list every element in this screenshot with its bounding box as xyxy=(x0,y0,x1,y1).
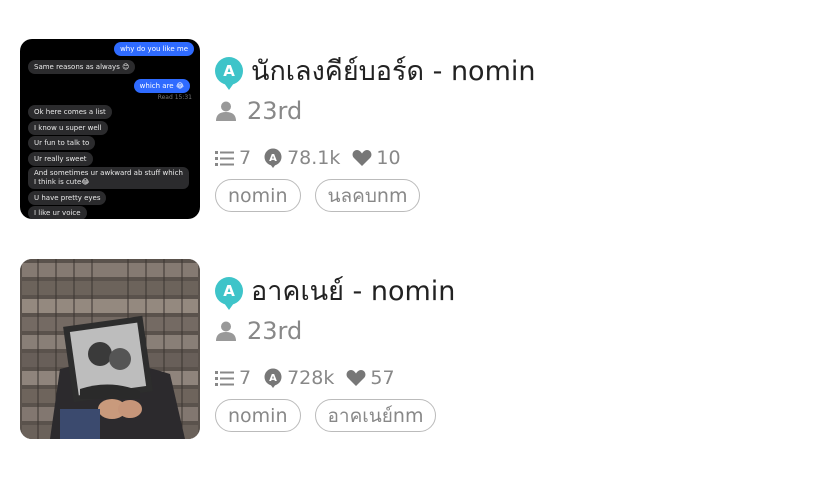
chat-bubble-in: Same reasons as always 😊 xyxy=(28,60,136,74)
list-icon xyxy=(215,151,234,166)
tag-chip[interactable]: nomin xyxy=(215,179,301,212)
parts-count: 7 xyxy=(239,147,252,169)
votes-stat: 57 xyxy=(346,367,395,389)
author-row[interactable]: 23rd xyxy=(215,97,302,125)
story-card[interactable]: why do you like me Same reasons as alway… xyxy=(20,39,800,219)
votes-count: 10 xyxy=(376,147,401,169)
parts-stat: 7 xyxy=(215,147,251,169)
story-title[interactable]: นักเลงคีย์บอร์ด - nomin xyxy=(251,49,536,92)
story-title[interactable]: อาคเนย์ - nomin xyxy=(251,269,455,312)
chat-bubble-in: U have pretty eyes xyxy=(28,191,107,205)
story-cover[interactable]: why do you like me Same reasons as alway… xyxy=(20,39,200,219)
stats-row: 7 A 78.1k 10 xyxy=(215,147,413,169)
chat-line: And sometimes ur awkward ab stuff which xyxy=(34,169,183,177)
story-card[interactable]: A อาคเนย์ - nomin 23rd 7 A 728k 57 nomin… xyxy=(20,259,800,439)
chat-bubble-in: Ur really sweet xyxy=(28,152,93,166)
chat-bubble-out: why do you like me xyxy=(114,42,194,56)
heart-icon xyxy=(346,370,366,386)
reads-stat: A 728k xyxy=(263,367,334,389)
stats-row: 7 A 728k 57 xyxy=(215,367,407,389)
votes-count: 57 xyxy=(370,367,395,389)
app-badge-icon: A xyxy=(215,276,243,310)
app-badge-icon: A xyxy=(215,56,243,90)
story-meta: A อาคเนย์ - nomin 23rd 7 A 728k 57 nomin… xyxy=(215,259,775,439)
parts-count: 7 xyxy=(239,367,252,389)
heart-icon xyxy=(352,150,372,166)
story-cover[interactable] xyxy=(20,259,200,439)
svg-text:A: A xyxy=(269,153,277,164)
story-author[interactable]: 23rd xyxy=(247,97,302,125)
person-icon xyxy=(216,101,236,121)
chat-bubble-in: And sometimes ur awkward ab stuff which … xyxy=(28,167,189,189)
person-icon xyxy=(216,321,236,341)
parts-stat: 7 xyxy=(215,367,251,389)
reads-stat: A 78.1k xyxy=(263,147,340,169)
reads-icon: A xyxy=(264,148,282,168)
svg-text:A: A xyxy=(269,373,277,384)
read-receipt: Read 15:31 xyxy=(157,94,192,101)
chat-line: I think is cute😂 xyxy=(34,178,90,186)
story-meta: A นักเลงคีย์บอร์ด - nomin 23rd 7 A 78.1k… xyxy=(215,39,775,219)
chat-bubble-in: I know u super well xyxy=(28,121,108,135)
reads-icon: A xyxy=(264,368,282,388)
chat-bubble-out: which are 😂 xyxy=(133,79,190,93)
reads-count: 728k xyxy=(287,367,335,389)
chat-bubble-in: Ur fun to talk to xyxy=(28,136,96,150)
tags-row: nomin นลคบnm xyxy=(215,179,434,212)
reads-count: 78.1k xyxy=(287,147,341,169)
tag-chip[interactable]: นลคบnm xyxy=(314,179,421,212)
tag-chip[interactable]: nomin xyxy=(215,399,301,432)
title-row: A อาคเนย์ - nomin xyxy=(215,269,455,312)
chat-bubble-in: Ok here comes a list xyxy=(28,105,112,119)
chat-bubble-in: I like ur voice xyxy=(28,206,87,219)
tags-row: nomin อาคเนย์nm xyxy=(215,399,450,432)
tag-chip[interactable]: อาคเนย์nm xyxy=(314,399,437,432)
title-row: A นักเลงคีย์บอร์ด - nomin xyxy=(215,49,536,92)
votes-stat: 10 xyxy=(352,147,401,169)
story-author[interactable]: 23rd xyxy=(247,317,302,345)
author-row[interactable]: 23rd xyxy=(215,317,302,345)
list-icon xyxy=(215,371,234,386)
cover-photo-image xyxy=(20,259,200,439)
